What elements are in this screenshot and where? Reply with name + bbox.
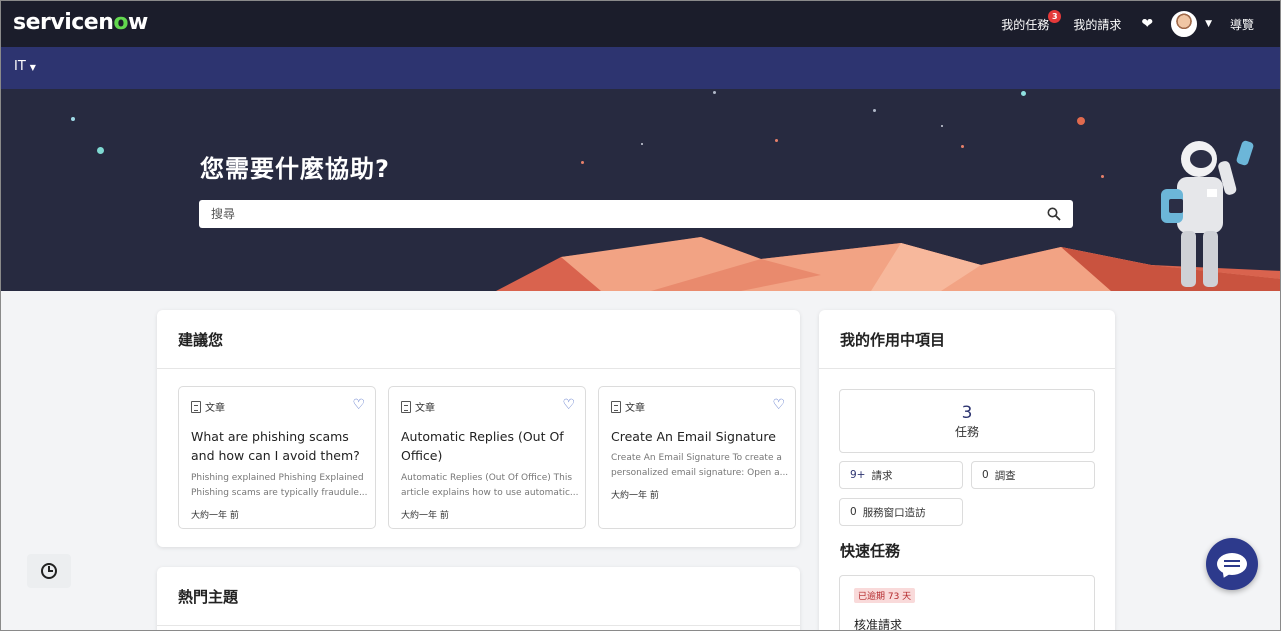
article-type: 文章 [401, 399, 435, 414]
chevron-down-icon: ▼ [29, 63, 36, 72]
article-description: Create An Email Signature To create a pe… [611, 453, 789, 478]
walkup-count: 0 [850, 506, 857, 518]
my-active-items-card: 我的作用中項目 3 任務 9+ 請求 0 調查 0 服務窗口造訪 快速任務 已逾… [819, 310, 1115, 631]
walkup-label: 服務窗口造訪 [862, 506, 926, 519]
card-title: 建議您 [178, 331, 224, 349]
portal-nav-bar: IT ▼ [1, 47, 1280, 89]
article-timestamp: 大約一年 前 [611, 491, 659, 501]
tasks-count: 3 [961, 403, 973, 423]
favorite-heart-icon[interactable]: ♡ [772, 397, 785, 413]
virtual-agent-chat-button[interactable] [1206, 538, 1258, 590]
card-title: 我的作用中項目 [840, 331, 946, 349]
top-actions: 我的任務 3 我的請求 ❤ ▼ 導覽 [1001, 1, 1254, 47]
article-type: 文章 [611, 399, 645, 414]
suggested-for-you-card: 建議您 文章 ♡ What are phishing scams and how… [157, 310, 800, 547]
quick-task-item[interactable]: 已逾期 73 天 核准請求 [839, 575, 1095, 631]
hero-banner: 您需要什麼協助? [1, 89, 1280, 291]
requests-tile[interactable]: 9+ 請求 [839, 461, 963, 489]
overdue-badge: 已逾期 73 天 [854, 588, 916, 603]
servicenow-logo[interactable]: servicenow [13, 10, 148, 35]
article-title[interactable]: Create An Email Signature [611, 427, 789, 446]
popular-topics-card: 熱門主題 [157, 567, 800, 630]
clock-icon [41, 563, 57, 579]
portal-dropdown[interactable]: IT ▼ [14, 59, 36, 74]
mountain-illustration [496, 237, 1280, 291]
history-button[interactable] [27, 554, 71, 588]
document-icon [191, 400, 201, 413]
article-type: 文章 [191, 399, 225, 414]
quick-task-label: 核准請求 [854, 618, 903, 631]
tasks-count-badge: 3 [1048, 9, 1062, 23]
divider [819, 368, 1115, 369]
divider [157, 625, 800, 626]
astronaut-illustration [1161, 140, 1254, 287]
favorite-heart-icon[interactable]: ♡ [562, 397, 575, 413]
search-icon[interactable] [1047, 207, 1061, 221]
portal-dropdown-label: IT [14, 59, 26, 74]
surveys-count: 0 [982, 469, 989, 481]
chevron-down-icon: ▼ [1205, 19, 1212, 29]
article-timestamp: 大約一年 前 [191, 511, 239, 521]
surveys-tile[interactable]: 0 調查 [971, 461, 1095, 489]
article-card[interactable]: 文章 ♡ Automatic Replies (Out Of Office) A… [388, 386, 586, 529]
article-timestamp: 大約一年 前 [401, 511, 449, 521]
tasks-label: 任務 [954, 425, 979, 439]
search-bar[interactable] [199, 200, 1073, 228]
search-input[interactable] [211, 207, 1047, 221]
heart-icon[interactable]: ❤ [1141, 16, 1153, 32]
portal-window: servicenow 我的任務 3 我的請求 ❤ ▼ 導覽 IT ▼ 您需要什麼… [0, 0, 1281, 631]
requests-count: 9+ [850, 469, 866, 481]
article-card[interactable]: 文章 ♡ Create An Email Signature Create An… [598, 386, 796, 529]
card-title: 熱門主題 [178, 588, 239, 606]
walkup-visits-tile[interactable]: 0 服務窗口造訪 [839, 498, 963, 526]
favorite-heart-icon[interactable]: ♡ [352, 397, 365, 413]
tour-link[interactable]: 導覽 [1230, 16, 1254, 33]
article-title[interactable]: What are phishing scams and how can I av… [191, 427, 369, 465]
tasks-count-tile[interactable]: 3 任務 [839, 389, 1095, 453]
divider [157, 368, 800, 369]
my-tasks-label: 我的任務 [1001, 17, 1050, 32]
document-icon [401, 400, 411, 413]
article-description: Automatic Replies (Out Of Office) This a… [401, 473, 579, 498]
my-tasks-link[interactable]: 我的任務 3 [1001, 9, 1062, 33]
article-title[interactable]: Automatic Replies (Out Of Office) [401, 427, 579, 465]
surveys-label: 調查 [994, 469, 1016, 482]
requests-label: 請求 [871, 469, 893, 482]
article-card[interactable]: 文章 ♡ What are phishing scams and how can… [178, 386, 376, 529]
document-icon [611, 400, 621, 413]
quick-tasks-title: 快速任務 [840, 542, 901, 560]
avatar [1171, 11, 1198, 37]
my-requests-link[interactable]: 我的請求 [1073, 16, 1121, 33]
article-description: Phishing explained Phishing Explained Ph… [191, 473, 368, 498]
top-bar: servicenow 我的任務 3 我的請求 ❤ ▼ 導覽 [1, 1, 1280, 47]
profile-menu[interactable]: ▼ [1171, 11, 1212, 37]
chat-bubble-icon [1217, 553, 1247, 575]
hero-title: 您需要什麼協助? [200, 155, 390, 183]
